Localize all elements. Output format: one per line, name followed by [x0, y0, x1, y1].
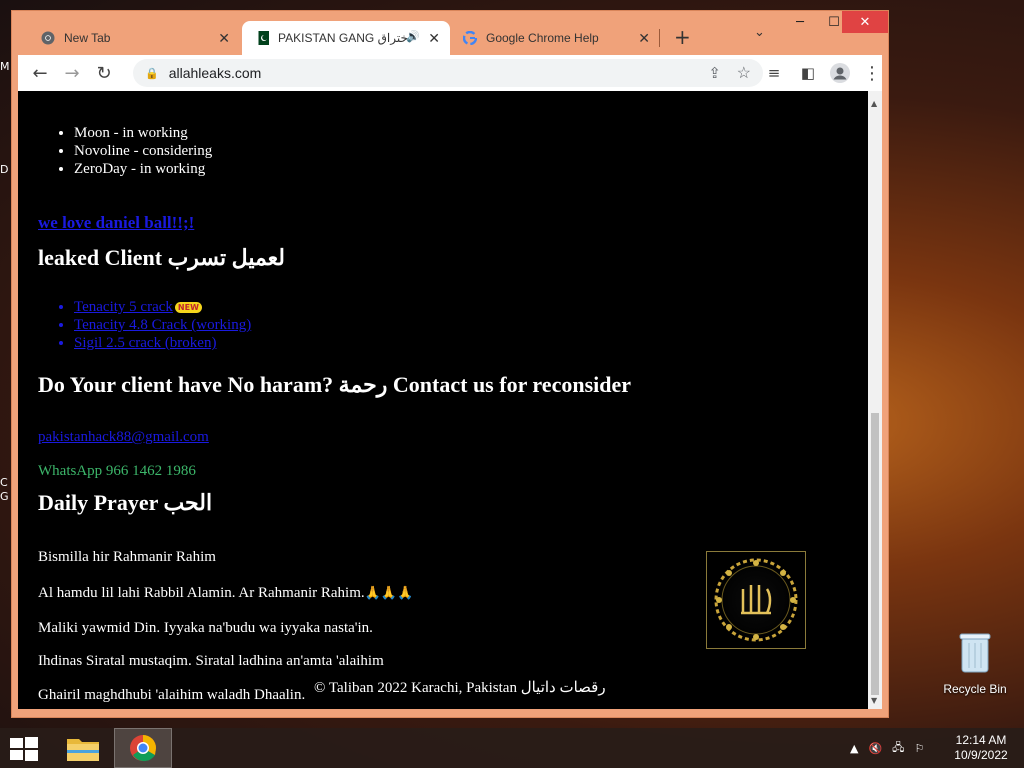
taskbar: ▲ 🔇 🖧 ⚐ 12:14 AM 10/9/2022 [0, 728, 1024, 768]
profile-icon[interactable] [824, 57, 856, 89]
action-center-icon[interactable]: ⚐ [914, 742, 924, 755]
tab-new-tab[interactable]: New Tab ✕ [26, 21, 240, 55]
whatsapp-text: WhatsApp 966 1462 1986 [38, 463, 196, 479]
list-item: ZeroDay - in working [74, 160, 212, 178]
prayer-line: Al hamdu lil lahi Rabbil Alamin. Ar Rahm… [38, 585, 414, 601]
leak-link[interactable]: Tenacity 4.8 Crack (working) [74, 317, 251, 333]
recycle-bin-icon [958, 630, 992, 674]
lock-icon[interactable]: 🔒 [145, 67, 159, 80]
daily-prayer-heading: Daily Prayer الحب [38, 490, 213, 515]
leaked-client-heading: leaked Client لعميل تسرب [38, 245, 285, 270]
wip-client-list: Moon - in working Novoline - considering… [74, 124, 212, 178]
pakistan-flag-icon [254, 30, 270, 46]
recycle-bin-label: Recycle Bin [943, 682, 1007, 696]
reload-icon[interactable]: ↻ [88, 57, 120, 89]
clock-date: 10/9/2022 [954, 748, 1008, 762]
chrome-taskbar-icon[interactable] [114, 728, 172, 768]
leak-link[interactable]: Tenacity 5 crack [74, 299, 173, 315]
list-item: Novoline - considering [74, 142, 212, 160]
chrome-icon [40, 30, 56, 46]
tab-title: PAKISTAN GANG اختراق [278, 31, 412, 45]
start-button[interactable] [10, 737, 38, 761]
tab-title: Google Chrome Help [486, 31, 599, 45]
list-item[interactable]: Sigil 2.5 crack (broken) [74, 334, 251, 352]
scroll-up-icon[interactable]: ▲ [871, 99, 877, 108]
scroll-down-icon[interactable]: ▼ [871, 696, 877, 705]
new-badge: NEW [174, 302, 202, 314]
scroll-thumb[interactable] [871, 413, 879, 695]
prayer-line: Maliki yawmid Din. Iyyaka na'budu wa iyy… [38, 620, 373, 636]
network-icon[interactable]: 🖧 [892, 739, 904, 758]
url-text: allahleaks.com [168, 65, 262, 81]
tab-pakistan-gang[interactable]: PAKISTAN GANG اختراق 🔊 ✕ [242, 21, 450, 55]
list-item[interactable]: Tenacity 4.8 Crack (working) [74, 316, 251, 334]
clock-time: 12:14 AM [955, 733, 1007, 747]
share-icon[interactable]: ⇪ [708, 64, 721, 82]
audio-playing-icon[interactable]: 🔊 [406, 30, 420, 43]
list-item: Moon - in working [74, 124, 212, 142]
chevron-down-icon[interactable]: ⌄ [754, 25, 765, 40]
web-page: Moon - in working Novoline - considering… [18, 91, 868, 709]
close-tab-icon[interactable]: ✕ [638, 30, 650, 47]
new-tab-icon[interactable]: + [674, 25, 691, 49]
system-clock[interactable]: 12:14 AM 10/9/2022 [950, 733, 1012, 763]
windows-logo-icon [10, 737, 38, 761]
page-scrollbar[interactable]: ▲ ▼ [868, 91, 882, 709]
browser-window: New Tab ✕ PAKISTAN GANG اختراق 🔊 ✕ Googl… [11, 10, 889, 718]
prayer-line: Ihdinas Siratal mustaqim. Siratal ladhin… [38, 653, 384, 669]
menu-kebab-icon[interactable]: ⋮ [856, 57, 888, 89]
email-link[interactable]: pakistanhack88@gmail.com [38, 429, 209, 446]
tab-title: New Tab [64, 31, 111, 45]
star-icon[interactable]: ☆ [737, 63, 751, 83]
back-icon[interactable]: ← [24, 57, 56, 89]
recycle-bin[interactable]: Recycle Bin [940, 630, 1010, 696]
allah-calligraphy-image [706, 551, 806, 649]
tab-chrome-help[interactable]: Google Chrome Help ✕ [450, 21, 660, 55]
google-g-icon [462, 30, 478, 46]
love-link[interactable]: we love daniel ball!!;! [38, 213, 194, 233]
leak-link[interactable]: Sigil 2.5 crack (broken) [74, 335, 216, 351]
list-item[interactable]: Tenacity 5 crackNEW [74, 298, 251, 316]
media-control-icon[interactable]: ≡ [758, 57, 790, 89]
browser-toolbar: ← → ↻ 🔒 allahleaks.com ⇪ ☆ ≡ ◧ ⋮ [18, 55, 882, 91]
volume-muted-icon[interactable]: 🔇 [868, 742, 882, 755]
show-hidden-icons-icon[interactable]: ▲ [850, 742, 858, 755]
side-panel-icon[interactable]: ◧ [792, 57, 824, 89]
close-window-icon[interactable]: ✕ [842, 11, 888, 33]
tab-strip: New Tab ✕ PAKISTAN GANG اختراق 🔊 ✕ Googl… [12, 11, 888, 55]
close-tab-icon[interactable]: ✕ [428, 30, 440, 47]
prayer-line: Bismilla hir Rahmanir Rahim [38, 549, 216, 565]
forward-icon[interactable]: → [56, 57, 88, 89]
minimize-icon[interactable]: ─ [784, 11, 816, 33]
file-explorer-icon[interactable] [54, 728, 112, 768]
haram-heading: Do Your client have No haram? رحمة Conta… [38, 372, 632, 397]
close-tab-icon[interactable]: ✕ [218, 30, 230, 47]
praying-emoji-icon: 🙏🙏🙏 [364, 585, 414, 600]
tab-separator [659, 29, 660, 47]
footer: © Taliban 2022 Karachi, Pakistan رقصات د… [314, 680, 606, 696]
address-bar[interactable]: 🔒 allahleaks.com ⇪ ☆ [133, 59, 763, 87]
system-tray: ▲ 🔇 🖧 ⚐ [850, 728, 924, 768]
leaked-client-list: Tenacity 5 crackNEW Tenacity 4.8 Crack (… [74, 298, 251, 352]
prayer-line: Ghairil maghdhubi 'alaihim waladh Dhaali… [38, 687, 306, 703]
